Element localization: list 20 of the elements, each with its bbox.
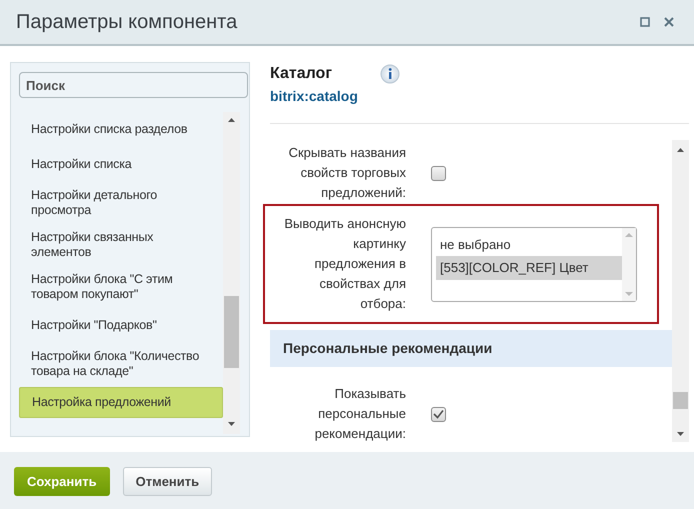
sidebar-item[interactable]: Настройки "Подарков" — [19, 310, 223, 341]
section-header: Персональные рекомендации — [270, 330, 672, 367]
sidebar-item[interactable]: Настройка предложений — [19, 387, 223, 418]
sidebar-item[interactable]: Настройки блока "С этим товаром покупают" — [19, 268, 223, 306]
cancel-button[interactable]: Отменить — [122, 467, 212, 496]
sidebar-item[interactable]: Настройки блока "Количество товара на складе" — [19, 345, 223, 383]
field-label: Скрывать названия свойств торговых предложений: — [288, 144, 406, 202]
listbox-option[interactable]: [553][COLOR_REF] Цвет — [436, 256, 622, 280]
sidebar-item[interactable]: Настройки связанных элементов — [19, 226, 223, 264]
component-code: bitrix:catalog — [270, 87, 358, 106]
listbox-option[interactable]: не выбрано — [436, 232, 622, 256]
window-title: Параметры компонента — [16, 10, 238, 35]
field-label: Выводить анонсную картинку предложения в свойствах для отбора: — [283, 215, 406, 313]
listbox[interactable]: не выбрано [553][COLOR_REF] Цвет — [431, 226, 637, 302]
sidebar-item[interactable]: Настройки списка разделов — [19, 114, 223, 145]
sidebar-item[interactable]: Настройки списка — [19, 149, 223, 180]
search-field[interactable]: Поиск — [19, 72, 248, 98]
field-label: Показывать персональные рекомендации: — [314, 385, 406, 443]
sidebar-item[interactable]: Настройки детального просмотра — [19, 184, 223, 222]
component-title: Каталог — [270, 64, 333, 84]
